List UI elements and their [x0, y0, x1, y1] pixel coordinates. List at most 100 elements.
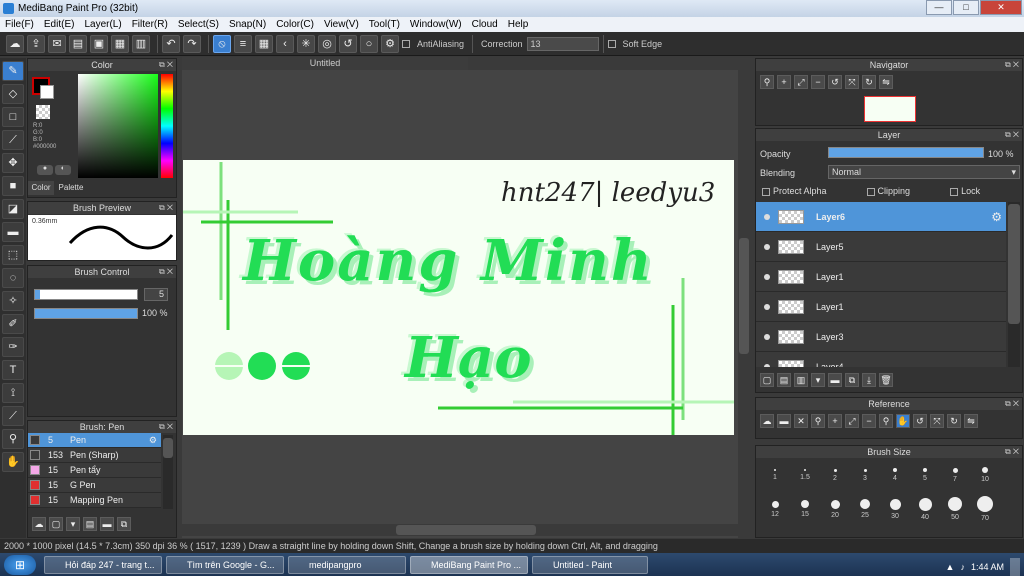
visibility-icon[interactable]: [764, 303, 770, 310]
divide-icon[interactable]: ⟋: [2, 406, 24, 426]
clipping-checkbox[interactable]: [866, 187, 875, 196]
merge-layer-icon[interactable]: ⤓: [862, 373, 876, 387]
canvas-tab[interactable]: Untitled: [182, 57, 468, 70]
vanishing-snap-icon[interactable]: ‹: [276, 34, 294, 53]
lock-option[interactable]: Lock: [950, 186, 980, 196]
visibility-icon[interactable]: [764, 333, 770, 340]
panel-icon[interactable]: ▥: [132, 34, 150, 53]
parallel-snap-icon[interactable]: ≡: [234, 34, 252, 53]
eraser-tool-icon[interactable]: ◇: [2, 84, 24, 104]
panel-close-icon[interactable]: ⧉ ✕: [1005, 129, 1019, 141]
menu-filter[interactable]: Filter(R): [127, 19, 173, 30]
brush-size-preset[interactable]: 40: [910, 492, 940, 526]
panel-close-icon[interactable]: ⧉ ✕: [1005, 398, 1019, 410]
flip-icon[interactable]: ⇋: [879, 75, 893, 89]
menu-snap[interactable]: Snap(N): [224, 19, 271, 30]
layer-row[interactable]: Layer1: [756, 292, 1006, 322]
new-layer-icon[interactable]: ▢: [760, 373, 774, 387]
brush-list-item[interactable]: 5 Pen ⚙: [28, 433, 161, 448]
visibility-icon[interactable]: [764, 363, 770, 367]
visibility-icon[interactable]: [764, 213, 770, 220]
ref-hand-icon[interactable]: ✋: [896, 414, 910, 428]
brush-list-item[interactable]: 15 G Pen: [28, 478, 161, 493]
task-medibang[interactable]: MediBang Paint Pro ...: [410, 556, 528, 574]
redo-icon[interactable]: ↷: [183, 34, 201, 53]
operation-icon[interactable]: ⟟: [2, 383, 24, 403]
ref-rotate-right-icon[interactable]: ↻: [947, 414, 961, 428]
brush-size-value[interactable]: 5: [144, 288, 168, 301]
maximize-button[interactable]: □: [953, 0, 979, 15]
line-tool-icon[interactable]: ⟋: [2, 130, 24, 150]
lock-checkbox[interactable]: [950, 187, 959, 196]
layer-list-scrollbar[interactable]: [1008, 202, 1020, 367]
duplicate-brush-icon[interactable]: ⧉: [117, 517, 131, 531]
visibility-icon[interactable]: [764, 243, 770, 250]
layer-folder-icon[interactable]: ▬: [828, 373, 842, 387]
hand-tool-icon[interactable]: ✋: [2, 452, 24, 472]
gear-icon[interactable]: ⚙: [991, 210, 1002, 224]
snap-off-icon[interactable]: ⦸: [213, 34, 231, 53]
tab-color[interactable]: Color: [28, 181, 54, 195]
brush-list-scrollbar[interactable]: [163, 435, 173, 509]
transparent-color-swatch[interactable]: [36, 105, 50, 119]
cloud-brush-icon[interactable]: ☁: [32, 517, 46, 531]
layer-row[interactable]: Layer3: [756, 322, 1006, 352]
brush-size-preset[interactable]: 12: [760, 492, 790, 526]
task-paint[interactable]: Untitled - Paint: [532, 556, 648, 574]
move-tool-icon[interactable]: ✥: [2, 153, 24, 173]
menu-window[interactable]: Window(W): [405, 19, 467, 30]
panel-close-icon[interactable]: ⧉ ✕: [159, 421, 173, 433]
drawing-canvas[interactable]: hnt247| leedyu3 Hoàng Minh Hạo: [183, 160, 734, 435]
visibility-icon[interactable]: [764, 273, 770, 280]
menu-layer[interactable]: Layer(L): [79, 19, 126, 30]
brush-size-preset[interactable]: 20: [820, 492, 850, 526]
brush-size-preset[interactable]: 25: [850, 492, 880, 526]
brush-list-item[interactable]: 153 Pen (Sharp): [28, 448, 161, 463]
color-slider-toggle-icon[interactable]: ◐: [55, 165, 71, 175]
ref-zoom-icon[interactable]: ⚲: [811, 414, 825, 428]
menu-color[interactable]: Color(C): [271, 19, 319, 30]
eyedropper-icon[interactable]: ⚲: [2, 429, 24, 449]
navigator-thumbnail[interactable]: [864, 96, 916, 122]
brush-size-preset[interactable]: 70: [970, 492, 1000, 526]
delete-layer-icon[interactable]: 🗑: [879, 373, 893, 387]
gradient-icon[interactable]: ▬: [2, 222, 24, 242]
zoom-out-icon[interactable]: −: [811, 75, 825, 89]
panel-close-icon[interactable]: ⧉ ✕: [1005, 446, 1019, 458]
bucket-icon[interactable]: ◪: [2, 199, 24, 219]
brush-folder-icon[interactable]: ▬: [100, 517, 114, 531]
panel-close-icon[interactable]: ⧉ ✕: [1005, 59, 1019, 71]
settings-snap-icon[interactable]: ⚙: [381, 34, 399, 53]
lasso-icon[interactable]: ◌: [2, 268, 24, 288]
canvas-horizontal-scrollbar[interactable]: [182, 524, 738, 536]
gear-icon[interactable]: ⚙: [149, 435, 157, 446]
rotate-right-icon[interactable]: ↻: [862, 75, 876, 89]
background-color-swatch[interactable]: [40, 85, 54, 99]
layer-row[interactable]: Layer6 ⚙: [756, 202, 1006, 232]
add-brush-icon[interactable]: ▾: [66, 517, 80, 531]
zoom-icon[interactable]: ⚲: [760, 75, 774, 89]
brush-settings-icon[interactable]: ▤: [83, 517, 97, 531]
select-rect-icon[interactable]: ⬚: [2, 245, 24, 265]
network-icon[interactable]: ▲: [946, 562, 955, 572]
rect-fill-icon[interactable]: ■: [2, 176, 24, 196]
panel-close-icon[interactable]: ⧉ ✕: [159, 202, 173, 214]
ref-eyedropper-icon[interactable]: ⚲: [879, 414, 893, 428]
cloud-reference-icon[interactable]: ☁: [760, 414, 774, 428]
volume-icon[interactable]: ♪: [960, 562, 965, 572]
menu-view[interactable]: View(V): [319, 19, 364, 30]
new-8bit-layer-icon[interactable]: ▥: [794, 373, 808, 387]
task-browser-2[interactable]: Tìm trên Google - G...: [166, 556, 284, 574]
tab-palette[interactable]: Palette: [55, 181, 87, 195]
brush-list-item[interactable]: 15 Mapping Pen: [28, 493, 161, 508]
layer-opacity-slider[interactable]: [828, 147, 984, 158]
undo-icon[interactable]: ↶: [162, 34, 180, 53]
start-button[interactable]: ⊞: [4, 555, 36, 575]
ref-reset-icon[interactable]: ⤧: [930, 414, 944, 428]
brush-size-preset[interactable]: 1.5: [790, 458, 820, 492]
ref-zoom-in-icon[interactable]: +: [828, 414, 842, 428]
select-pen-icon[interactable]: ✐: [2, 314, 24, 334]
brush-size-preset[interactable]: 30: [880, 492, 910, 526]
grid-icon[interactable]: ▦: [111, 34, 129, 53]
reset-view-icon[interactable]: ⤧: [845, 75, 859, 89]
